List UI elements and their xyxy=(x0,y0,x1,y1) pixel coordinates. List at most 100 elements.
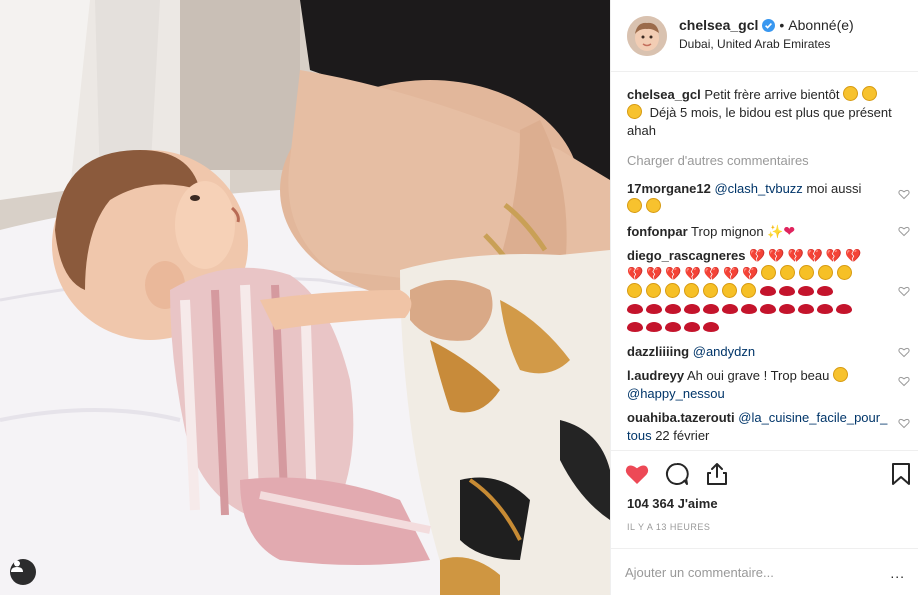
kissing-face-emoji-icon xyxy=(703,283,718,298)
likes-count[interactable]: 104 364 J'aime xyxy=(627,496,718,511)
grinning-sweat-emoji-icon xyxy=(627,198,642,213)
beating-heart-emoji-icon: 💔 xyxy=(703,266,720,281)
kiss-mark-emoji-icon xyxy=(760,304,776,314)
kiss-mark-emoji-icon xyxy=(760,286,776,296)
beating-heart-emoji-icon: 💔 xyxy=(646,266,663,281)
kiss-mark-emoji-icon xyxy=(722,304,738,314)
grimacing-emoji-icon xyxy=(627,104,642,119)
verified-icon xyxy=(762,18,776,32)
caption-text: Petit frère arrive bientôt xyxy=(704,87,840,102)
kissing-face-emoji-icon xyxy=(665,283,680,298)
post-author-username[interactable]: chelsea_gcl xyxy=(679,17,758,33)
beating-heart-emoji-icon: 💔 xyxy=(722,266,740,281)
beating-heart-emoji-icon: 💔 xyxy=(749,248,766,263)
heart-icon xyxy=(625,465,649,484)
post-header: chelsea_gcl • Abonné(e) Dubai, United Ar… xyxy=(611,0,918,72)
kiss-mark-emoji-icon xyxy=(703,322,719,332)
kiss-mark-emoji-icon xyxy=(703,304,719,314)
share-button[interactable] xyxy=(703,460,731,488)
grimacing-emoji-icon xyxy=(862,86,878,101)
comment-mention[interactable]: @clash_tvbuzz xyxy=(714,181,802,196)
comment-username[interactable]: ouahiba.tazerouti xyxy=(627,410,735,425)
kiss-mark-emoji-icon xyxy=(741,304,757,314)
kissing-face-emoji-icon xyxy=(837,265,853,280)
load-more-comments-button[interactable]: Charger d'autres commentaires xyxy=(627,152,913,170)
post-location[interactable]: Dubai, United Arab Emirates xyxy=(679,37,854,51)
caption-text-2: Déjà 5 mois, le bidou est plus que prése… xyxy=(627,105,892,138)
beating-heart-emoji-icon: 💔 xyxy=(665,266,682,281)
comments-list: chelsea_gcl Petit frère arrive bientôt D… xyxy=(627,86,913,445)
post-actions xyxy=(623,460,915,490)
grimacing-emoji-icon xyxy=(843,86,859,101)
beating-heart-emoji-icon: 💔 xyxy=(845,248,862,263)
beating-heart-emoji-icon: 💔 xyxy=(627,266,644,281)
kiss-mark-emoji-icon xyxy=(665,322,681,332)
comment-icon xyxy=(666,462,689,485)
kiss-mark-emoji-icon xyxy=(798,286,814,296)
kissing-face-emoji-icon xyxy=(722,283,737,298)
comment-username[interactable]: diego_rascagneres xyxy=(627,248,746,263)
kissing-face-emoji-icon xyxy=(684,283,699,298)
divider xyxy=(611,450,918,451)
comment-username[interactable]: 17morgane12 xyxy=(627,181,711,196)
comment-item: diego_rascagneres 💔 💔 💔 💔 💔 💔 💔 💔 💔 💔 💔 💔 💔 xyxy=(627,247,913,337)
beating-heart-emoji-icon: 💔 xyxy=(825,248,843,263)
kiss-mark-emoji-icon xyxy=(779,304,795,314)
post-photo[interactable] xyxy=(0,0,610,595)
post-side-panel: chelsea_gcl • Abonné(e) Dubai, United Ar… xyxy=(610,0,918,595)
comment-like-heart-icon[interactable] xyxy=(898,346,910,358)
save-button[interactable] xyxy=(887,460,915,488)
add-comment-input[interactable] xyxy=(625,564,865,580)
beating-heart-emoji-icon: 💔 xyxy=(787,248,804,263)
kissing-face-emoji-icon xyxy=(799,265,815,280)
kiss-mark-emoji-icon xyxy=(627,322,643,332)
comment-mention[interactable]: @happy_nessou xyxy=(627,386,725,401)
comment-like-heart-icon[interactable] xyxy=(898,417,910,429)
kiss-mark-emoji-icon xyxy=(817,286,833,296)
kiss-mark-emoji-icon xyxy=(836,304,852,314)
sparkle-emoji-icon: ✨ xyxy=(767,224,784,239)
more-options-button[interactable]: ... xyxy=(890,565,905,581)
share-icon xyxy=(707,463,727,485)
comment-mention[interactable]: @andydzn xyxy=(693,344,755,359)
kiss-mark-emoji-icon xyxy=(646,304,662,314)
like-button[interactable] xyxy=(623,460,651,488)
comment-like-heart-icon[interactable] xyxy=(898,225,910,237)
kiss-mark-emoji-icon xyxy=(665,304,681,314)
comment-text: 22 février xyxy=(651,428,710,443)
comment-button[interactable] xyxy=(663,460,691,488)
comment-item: ouahiba.tazerouti @la_cuisine_facile_pou… xyxy=(627,409,913,445)
comment-like-heart-icon[interactable] xyxy=(898,188,910,200)
kiss-mark-emoji-icon xyxy=(627,304,643,314)
kiss-mark-emoji-icon xyxy=(779,286,795,296)
user-tag-icon[interactable] xyxy=(10,559,36,585)
avatar[interactable] xyxy=(627,16,667,56)
heart-eyes-emoji-icon xyxy=(833,367,848,382)
caption-username[interactable]: chelsea_gcl xyxy=(627,87,701,102)
photo-illustration xyxy=(0,0,610,595)
grinning-sweat-emoji-icon xyxy=(646,198,661,213)
comment-text: Trop mignon xyxy=(691,224,764,239)
follow-status-button[interactable]: Abonné(e) xyxy=(788,17,853,33)
post-timestamp[interactable]: IL Y A 13 HEURES xyxy=(627,522,710,532)
bookmark-icon xyxy=(892,463,910,485)
comment-item: fonfonpar Trop mignon ✨❤ xyxy=(627,222,913,241)
comment-like-heart-icon[interactable] xyxy=(898,375,910,387)
comment-item: dazzliiiing @andydzn xyxy=(627,343,913,361)
comment-username[interactable]: l.audreyy xyxy=(627,368,684,383)
comment-item: 17morgane12 @clash_tvbuzz moi aussi xyxy=(627,180,913,216)
beating-heart-emoji-icon: 💔 xyxy=(684,266,701,281)
kiss-mark-emoji-icon xyxy=(684,322,700,332)
kissing-face-emoji-icon xyxy=(741,283,756,298)
kiss-mark-emoji-icon xyxy=(684,304,700,314)
comment-username[interactable]: fonfonpar xyxy=(627,224,688,239)
comment-username[interactable]: dazzliiiing xyxy=(627,344,689,359)
kissing-face-emoji-icon xyxy=(627,283,642,298)
comment-item: l.audreyy Ah oui grave ! Trop beau @happ… xyxy=(627,367,913,403)
red-heart-emoji-icon: ❤ xyxy=(783,223,796,239)
separator-dot: • xyxy=(779,17,785,33)
comment-text: moi aussi xyxy=(802,181,862,196)
comment-like-heart-icon[interactable] xyxy=(898,285,910,297)
kissing-face-emoji-icon xyxy=(646,283,661,298)
kissing-face-emoji-icon xyxy=(780,265,796,280)
